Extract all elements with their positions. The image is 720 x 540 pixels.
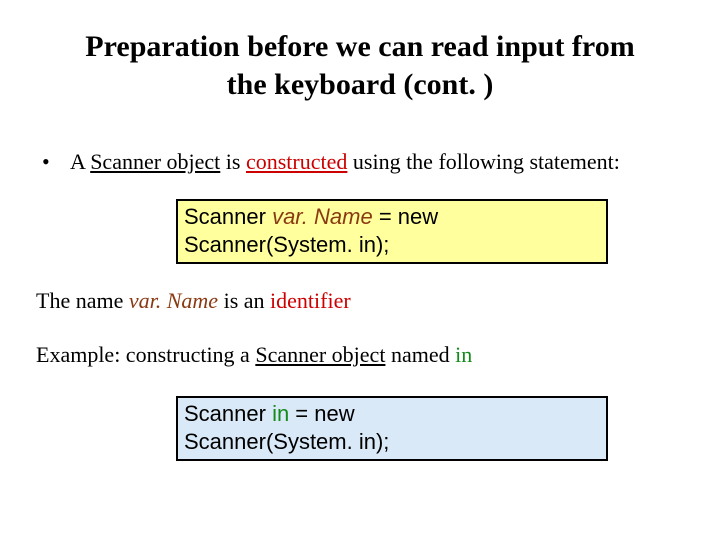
bullet-mid: is: [220, 149, 246, 174]
slide-title: Preparation before we can read input fro…: [36, 28, 684, 103]
bullet-item: • A Scanner object is constructed using …: [36, 149, 684, 175]
text: is an: [218, 288, 270, 313]
title-line-1: Preparation before we can read input fro…: [85, 30, 634, 63]
bullet-text: A Scanner object is constructed using th…: [70, 149, 620, 175]
identifier-word: identifier: [270, 288, 351, 313]
code-text: Scanner: [184, 204, 272, 229]
text: named: [385, 342, 455, 367]
bullet-dot-icon: •: [36, 149, 70, 175]
in-word: in: [455, 342, 472, 367]
example-line: Example: constructing a Scanner object n…: [36, 342, 684, 368]
scanner-object-phrase: Scanner object: [255, 342, 385, 367]
constructed-phrase: constructed: [246, 149, 347, 174]
code-varname: var. Name: [272, 204, 373, 229]
slide: Preparation before we can read input fro…: [0, 0, 720, 540]
code-text: Scanner(System. in);: [184, 232, 389, 257]
text: The name: [36, 288, 129, 313]
identifier-line: The name var. Name is an identifier: [36, 288, 684, 314]
varname-phrase: var. Name: [129, 288, 218, 313]
code-in-word: in: [272, 401, 289, 426]
title-line-2: the keyboard (cont. ): [227, 68, 494, 101]
code-text: = new: [373, 204, 438, 229]
bullet-lead: A: [70, 149, 90, 174]
bullet-tail: using the following statement:: [347, 149, 620, 174]
code-text: Scanner(System. in);: [184, 429, 389, 454]
code-text: Scanner: [184, 401, 272, 426]
scanner-object-phrase: Scanner object: [90, 149, 220, 174]
code-text: = new: [289, 401, 354, 426]
code-box-declaration-template: Scanner var. Name = new Scanner(System. …: [176, 199, 608, 264]
text: Example: constructing a: [36, 342, 255, 367]
code-box-example: Scanner in = new Scanner(System. in);: [176, 396, 608, 461]
